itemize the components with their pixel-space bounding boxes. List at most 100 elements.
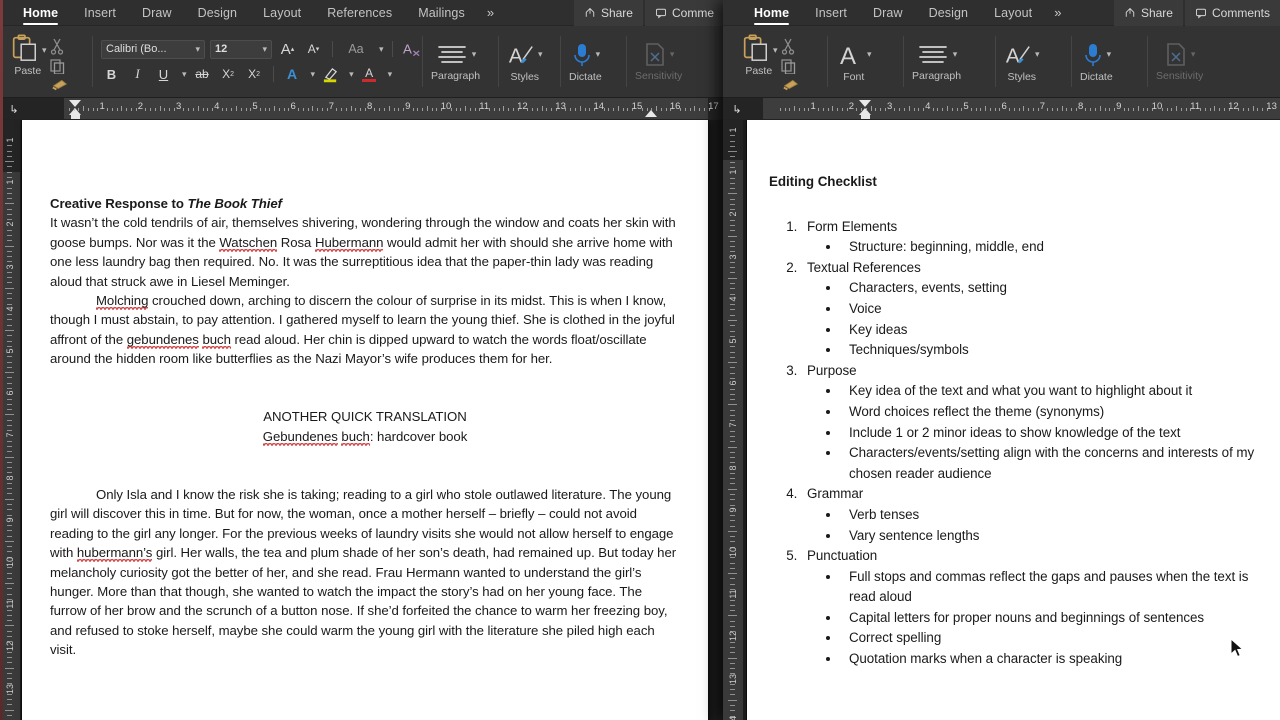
left-indent-marker[interactable] <box>860 115 870 119</box>
first-line-indent-marker[interactable] <box>859 100 871 107</box>
tab-references[interactable]: References <box>314 0 405 26</box>
vruler-tick <box>730 536 735 538</box>
document-body-right[interactable]: Editing Checklist Form Elements Structure… <box>747 120 1280 670</box>
format-painter-icon[interactable] <box>782 77 800 91</box>
page-right[interactable]: Editing Checklist Form Elements Structure… <box>747 120 1280 720</box>
change-case-chevron-down-icon[interactable]: ▾ <box>379 44 384 55</box>
left-indent-marker[interactable] <box>70 115 80 119</box>
paste-button[interactable]: ▾ Paste <box>9 33 47 77</box>
text-effects-chevron-down-icon[interactable]: ▾ <box>311 69 316 80</box>
ruler-tick-label: 7 <box>328 101 335 112</box>
copy-icon[interactable] <box>780 58 796 74</box>
paragraph-button-right[interactable]: ▾ Paragraph <box>912 42 961 82</box>
font-chevron-down-icon[interactable]: ▾ <box>867 49 872 60</box>
sensitivity-chevron-down-icon[interactable]: ▾ <box>670 49 675 60</box>
tab-overflow-chevron-icon[interactable]: » <box>478 0 503 26</box>
styles-chevron-down-icon[interactable]: ▾ <box>1035 49 1040 60</box>
styles-button-right[interactable]: A ▾ Styles <box>1004 41 1040 83</box>
tab-design[interactable]: Design <box>185 0 251 26</box>
tab-design-right[interactable]: Design <box>916 0 982 26</box>
vruler-tick <box>728 404 737 406</box>
tab-mailings[interactable]: Mailings <box>405 0 478 26</box>
shrink-font-button[interactable]: A ▾ <box>303 39 324 59</box>
share-button-right[interactable]: Share <box>1113 0 1183 26</box>
dictate-chevron-down-icon[interactable]: ▾ <box>1107 49 1112 60</box>
sensitivity-button-right[interactable]: ▾ Sensitivity <box>1156 42 1203 82</box>
word-window-right: Home Insert Draw Design Layout » Share C… <box>723 0 1280 720</box>
subscript-button[interactable]: X2 <box>218 64 239 84</box>
first-line-indent-marker[interactable] <box>69 100 81 107</box>
sensitivity-button[interactable]: ▾ Sensitivity <box>635 42 682 82</box>
bold-button[interactable]: B <box>101 64 122 84</box>
grow-font-button[interactable]: A ▴ <box>277 39 298 59</box>
comments-button-right[interactable]: Comments <box>1184 0 1280 26</box>
underline-button[interactable]: U <box>153 64 174 84</box>
format-painter-icon[interactable] <box>51 77 69 91</box>
share-button[interactable]: Share <box>573 0 643 26</box>
page-left[interactable]: Creative Response to The Book Thief It w… <box>22 120 708 720</box>
styles-chevron-down-icon[interactable]: ▾ <box>538 49 543 60</box>
vruler-tick-label: 7 <box>728 422 738 428</box>
tab-draw[interactable]: Draw <box>129 0 185 26</box>
vruler-tick <box>7 699 12 701</box>
dictate-chevron-down-icon[interactable]: ▾ <box>596 49 601 60</box>
paragraph-button[interactable]: ▾ Paragraph <box>431 42 480 82</box>
cut-icon[interactable] <box>49 37 65 55</box>
sensitivity-chevron-down-icon[interactable]: ▾ <box>1191 49 1196 60</box>
tab-draw-right[interactable]: Draw <box>860 0 916 26</box>
italic-button[interactable]: I <box>127 64 148 84</box>
right-indent-marker[interactable] <box>645 110 657 117</box>
tab-stop-selector-icon[interactable]: ↳ <box>6 101 22 117</box>
ruler-tick <box>1142 108 1144 111</box>
paste-button-right[interactable]: ▾ Paste <box>740 33 778 77</box>
horizontal-ruler-left[interactable]: ↳ 1 2 3 4 5 6 7 8 9 10 11 12 13 14 15 16 17 <box>0 98 724 120</box>
tab-layout-right[interactable]: Layout <box>981 0 1045 26</box>
ruler-tick <box>861 108 862 111</box>
vertical-ruler-left[interactable]: 1 1 2 3 4 5 6 7 8 9 10 11 12 13 <box>0 120 20 720</box>
vruler-tick <box>730 267 735 269</box>
clear-formatting-button[interactable]: A <box>401 39 422 59</box>
vruler-tick-label: 11 <box>5 599 15 609</box>
paste-chevron-down-icon[interactable]: ▾ <box>773 45 778 56</box>
cut-icon[interactable] <box>780 37 796 55</box>
dictate-button-right[interactable]: ▾ Dictate <box>1080 41 1113 83</box>
ruler-tick <box>403 108 404 111</box>
dictate-button[interactable]: ▾ Dictate <box>569 41 602 83</box>
vruler-tick <box>5 498 14 500</box>
tab-layout[interactable]: Layout <box>250 0 314 26</box>
font-color-chevron-down-icon[interactable]: ▾ <box>388 69 393 80</box>
checklist-item-label: Form Elements <box>807 218 898 234</box>
ruler-tick <box>531 108 533 111</box>
paste-chevron-down-icon[interactable]: ▾ <box>42 45 47 56</box>
highlight-button[interactable] <box>320 64 341 84</box>
superscript-button[interactable]: X2 <box>244 64 265 84</box>
strikethrough-button[interactable]: ab <box>192 64 213 84</box>
vruler-tick <box>7 298 12 300</box>
font-color-button[interactable]: A <box>359 64 380 84</box>
font-name-combo[interactable]: Calibri (Bo... ▾ <box>101 39 205 59</box>
ruler-tick <box>956 108 958 111</box>
text-effects-button[interactable]: A <box>282 64 303 84</box>
font-size-combo[interactable]: 12 ▾ <box>210 39 272 59</box>
tab-overflow-chevron-icon-right[interactable]: » <box>1045 0 1070 26</box>
vruler-tick-label: 3 <box>728 254 738 260</box>
tab-home-right[interactable]: Home <box>741 0 802 26</box>
underline-chevron-down-icon[interactable]: ▾ <box>182 69 187 80</box>
ruler-tick <box>379 108 381 111</box>
comments-button[interactable]: Comme <box>644 0 724 26</box>
tab-home[interactable]: Home <box>10 0 71 26</box>
copy-icon[interactable] <box>49 58 65 74</box>
document-body-left[interactable]: Creative Response to The Book Thief It w… <box>22 120 708 660</box>
change-case-button[interactable]: Aa <box>341 39 371 59</box>
vruler-tick <box>730 356 735 358</box>
vertical-ruler-right[interactable]: 11234567891011121314 <box>723 120 743 720</box>
horizontal-ruler-right[interactable]: ↳ 1 2 3 4 5 6 7 8 9 10 11 12 13 <box>723 98 1280 120</box>
tab-stop-selector-icon[interactable]: ↳ <box>729 101 745 117</box>
font-button-right[interactable]: A ▾ Font <box>836 41 872 83</box>
paragraph-chevron-down-icon[interactable]: ▾ <box>472 49 477 60</box>
tab-insert[interactable]: Insert <box>71 0 129 26</box>
highlight-chevron-down-icon[interactable]: ▾ <box>349 69 354 80</box>
paragraph-chevron-down-icon[interactable]: ▾ <box>953 49 958 60</box>
tab-insert-right[interactable]: Insert <box>802 0 860 26</box>
styles-button[interactable]: A ▾ Styles <box>507 41 543 83</box>
